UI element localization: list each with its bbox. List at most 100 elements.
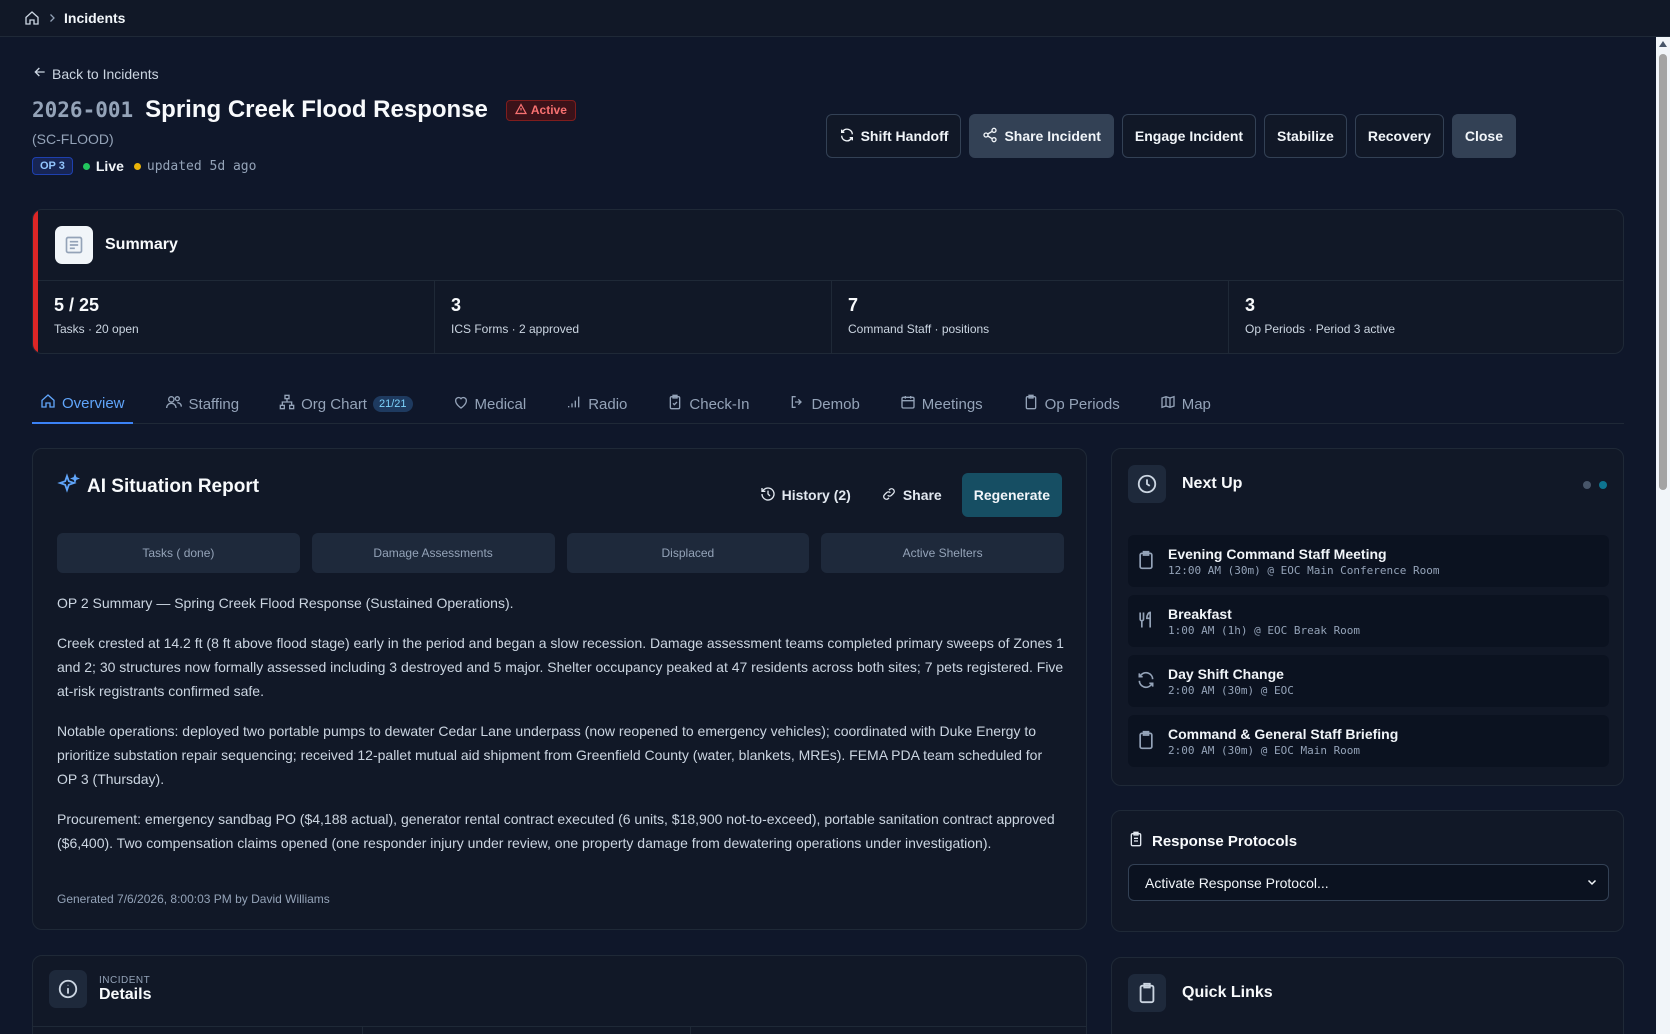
close-incident-button[interactable]: Close <box>1451 114 1516 158</box>
share-incident-label: Share Incident <box>1004 128 1101 144</box>
share-icon <box>982 127 998 146</box>
list-item[interactable]: Evening Command Staff Meeting 12:00 AM (… <box>1128 535 1609 587</box>
regenerate-button[interactable]: Regenerate <box>961 473 1062 517</box>
summary-header: Summary <box>55 226 178 264</box>
details-title: Details <box>99 985 152 1003</box>
report-metric-chips: Tasks ( done) Damage Assessments Displac… <box>57 533 1064 573</box>
incident-details-card: INCIDENT Details <box>32 955 1087 1034</box>
clipboard-icon <box>1023 394 1039 414</box>
recovery-button[interactable]: Recovery <box>1354 114 1444 158</box>
divider <box>362 1026 363 1034</box>
history-button[interactable]: History (2) <box>750 473 861 517</box>
history-label: History (2) <box>781 487 851 503</box>
signal-icon <box>566 394 582 414</box>
share-report-button[interactable]: Share <box>871 473 952 517</box>
details-kicker: INCIDENT <box>99 974 151 986</box>
clock-icon <box>1128 465 1166 503</box>
summary-stats: 5 / 25 Tasks · 20 open 3 ICS Forms · 2 a… <box>38 280 1623 353</box>
quick-links-card: Quick Links <box>1111 957 1624 1034</box>
protocol-select-value: Activate Response Protocol... <box>1145 874 1329 891</box>
share-label: Share <box>902 487 942 503</box>
pager-dot[interactable] <box>1583 481 1591 489</box>
stabilize-button[interactable]: Stabilize <box>1264 114 1347 158</box>
event-detail: 2:00 AM (30m) @ EOC <box>1168 683 1294 697</box>
tab-demob[interactable]: Demob <box>781 384 867 424</box>
org-chart-count-badge: 21/21 <box>372 396 413 412</box>
stat-op-periods: 3 Op Periods · Period 3 active <box>1229 281 1623 353</box>
list-item[interactable]: Day Shift Change 2:00 AM (30m) @ EOC <box>1128 655 1609 707</box>
report-actions: History (2) Share Regenerate <box>750 473 1062 517</box>
tab-label: Org Chart <box>301 395 367 413</box>
arrow-left-icon <box>32 64 48 83</box>
tab-radio[interactable]: Radio <box>558 384 635 424</box>
report-body: OP 2 Summary — Spring Creek Flood Respon… <box>57 591 1064 871</box>
chip-tasks-done[interactable]: Tasks ( done) <box>57 533 300 573</box>
event-name: Command & General Staff Briefing <box>1168 725 1399 742</box>
event-detail: 1:00 AM (1h) @ EOC Break Room <box>1168 623 1361 637</box>
pager-dot-active[interactable] <box>1599 481 1607 489</box>
tab-label: Map <box>1181 395 1211 413</box>
tab-checkin[interactable]: Check-In <box>659 384 757 424</box>
tab-meetings[interactable]: Meetings <box>892 384 991 424</box>
details-header: INCIDENT Details <box>49 970 151 1008</box>
shift-handoff-button[interactable]: Shift Handoff <box>825 114 962 158</box>
warning-icon <box>514 102 527 118</box>
stat-value: 3 <box>1245 295 1256 315</box>
incident-number: 2026-001 <box>32 98 134 122</box>
home-icon[interactable] <box>24 10 40 26</box>
status-badge: Active <box>505 99 576 121</box>
scrollbar[interactable] <box>1656 37 1670 1034</box>
sparkles-icon <box>57 473 81 500</box>
protocol-select[interactable]: Activate Response Protocol... <box>1128 864 1609 901</box>
protocols-title: Response Protocols <box>1152 832 1298 850</box>
next-up-card: Next Up Evening Command Staff Meeting 12… <box>1111 448 1624 786</box>
clipboard-icon <box>1136 550 1156 573</box>
engage-incident-button[interactable]: Engage Incident <box>1121 114 1257 158</box>
report-title: AI Situation Report <box>87 475 260 497</box>
link-icon <box>881 486 897 505</box>
response-protocols-card: Response Protocols Activate Response Pro… <box>1111 810 1624 932</box>
chip-displaced[interactable]: Displaced <box>566 533 810 573</box>
incident-code: (SC-FLOOD) <box>32 131 114 147</box>
org-chart-icon <box>279 394 295 414</box>
next-up-header: Next Up <box>1128 465 1242 503</box>
scroll-up-arrow[interactable] <box>1659 41 1667 47</box>
tab-label: Radio <box>588 395 628 413</box>
stat-ics-forms: 3 ICS Forms · 2 approved <box>435 281 832 353</box>
tab-label: Demob <box>811 395 860 413</box>
op-period-badge: OP 3 <box>32 157 73 175</box>
tab-org-chart[interactable]: Org Chart 21/21 <box>271 384 420 424</box>
tab-medical[interactable]: Medical <box>445 384 535 424</box>
tab-label: Check-In <box>689 395 750 413</box>
info-icon <box>49 970 87 1008</box>
stat-label: ICS Forms · 2 approved <box>451 322 580 336</box>
report-paragraph: OP 2 Summary — Spring Creek Flood Respon… <box>57 595 514 611</box>
scrollbar-thumb[interactable] <box>1659 54 1667 490</box>
back-link[interactable]: Back to Incidents <box>32 64 159 83</box>
stat-value: 3 <box>451 295 462 315</box>
live-label: Live <box>95 158 124 174</box>
tab-staffing[interactable]: Staffing <box>157 384 248 424</box>
list-item[interactable]: Breakfast 1:00 AM (1h) @ EOC Break Room <box>1128 595 1609 647</box>
updated-indicator: updated 5d ago <box>133 159 256 174</box>
tab-label: Staffing <box>188 395 240 413</box>
list-item[interactable]: Command & General Staff Briefing 2:00 AM… <box>1128 715 1609 767</box>
summary-card: Summary 5 / 25 Tasks · 20 open 3 ICS For… <box>32 209 1624 354</box>
live-dot-icon <box>82 162 90 170</box>
chip-active-shelters[interactable]: Active Shelters <box>821 533 1064 573</box>
chip-damage-assessments[interactable]: Damage Assessments <box>311 533 555 573</box>
stat-value: 7 <box>848 295 859 315</box>
event-detail: 2:00 AM (30m) @ EOC Main Room <box>1168 743 1361 757</box>
ai-situation-report-card: AI Situation Report History (2) Share Re… <box>32 448 1087 930</box>
back-link-label: Back to Incidents <box>52 65 159 82</box>
report-header: AI Situation Report <box>57 473 259 500</box>
chevron-down-icon <box>1586 875 1598 891</box>
refresh-icon <box>1136 670 1156 693</box>
tab-map[interactable]: Map <box>1152 384 1219 424</box>
tab-overview[interactable]: Overview <box>32 384 133 424</box>
tab-op-periods[interactable]: Op Periods <box>1015 384 1128 424</box>
breadcrumb-current: Incidents <box>64 10 126 26</box>
share-incident-button[interactable]: Share Incident <box>969 114 1114 158</box>
protocols-header: Response Protocols <box>1128 831 1297 851</box>
report-paragraph: Procurement: emergency sandbag PO ($4,18… <box>57 811 1055 851</box>
